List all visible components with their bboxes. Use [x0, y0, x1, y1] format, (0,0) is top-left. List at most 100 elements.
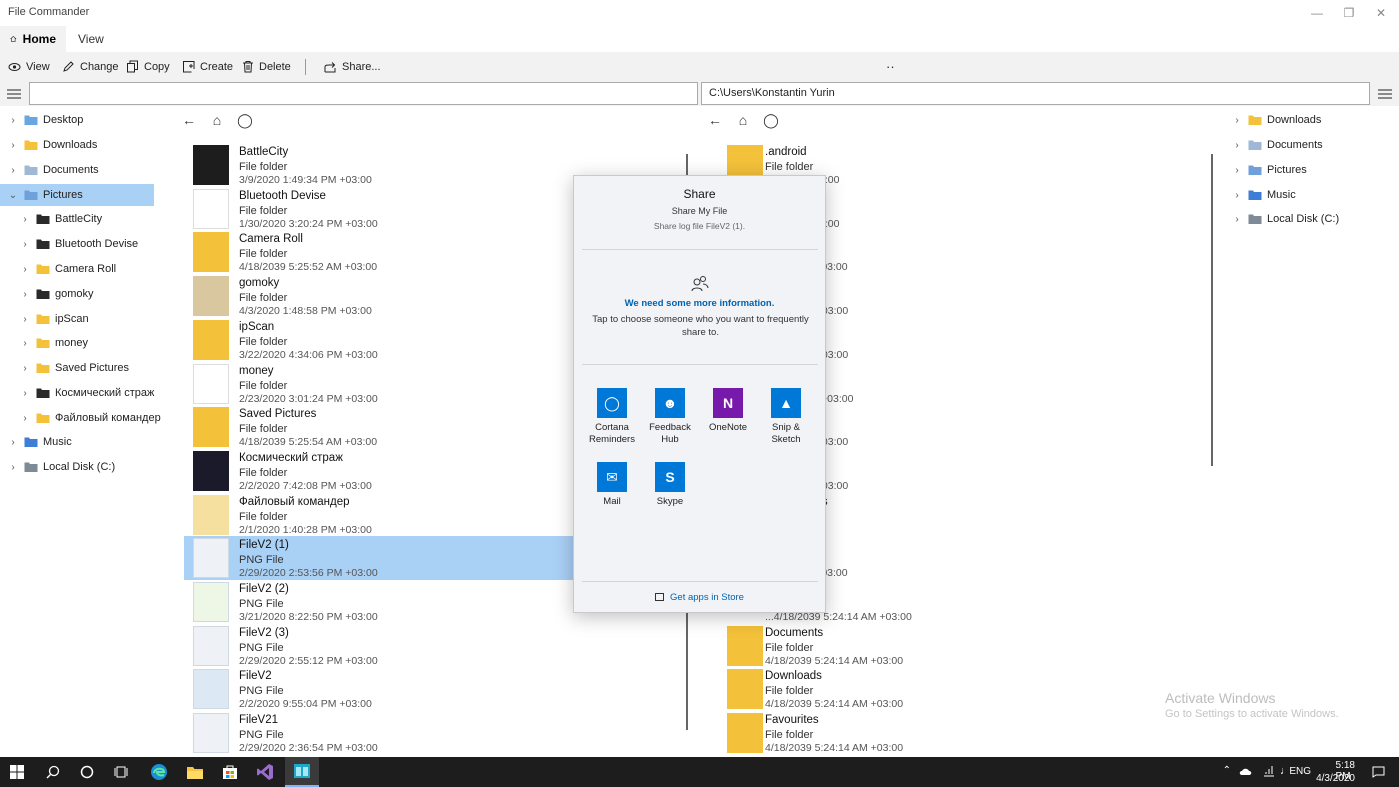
file-type: File folder: [239, 423, 288, 436]
store-taskbar-icon[interactable]: [213, 757, 247, 787]
minimize-button[interactable]: —: [1299, 0, 1335, 26]
share-app-onenote[interactable]: N OneNote: [700, 388, 756, 434]
more-options-button[interactable]: ··: [886, 52, 895, 81]
share-tap-text[interactable]: Tap to choose someone who you want to fr…: [588, 313, 813, 339]
file-row[interactable]: FileV2 (3) PNG File 2/29/2020 2:55:12 PM +…: [184, 624, 674, 668]
chevron-icon[interactable]: ›: [16, 413, 34, 424]
tree-item[interactable]: › Downloads: [1228, 109, 1396, 131]
tab-view[interactable]: View: [68, 26, 114, 52]
user-icon[interactable]: ◯: [231, 112, 259, 129]
chevron-icon[interactable]: ›: [4, 462, 22, 473]
right-hamburger-menu-icon[interactable]: [1371, 81, 1399, 106]
chevron-icon[interactable]: ›: [16, 314, 34, 325]
tree-item[interactable]: › ipScan: [16, 308, 170, 330]
tree-item[interactable]: › Pictures: [1228, 159, 1396, 181]
chevron-icon[interactable]: ›: [16, 388, 34, 399]
chevron-icon[interactable]: ›: [4, 115, 22, 126]
tab-home[interactable]: Home: [0, 26, 66, 52]
visual-studio-icon[interactable]: [248, 757, 282, 787]
right-address-bar[interactable]: C:\Users\Konstantin Yurin: [701, 82, 1370, 105]
chevron-icon[interactable]: ›: [1228, 140, 1246, 151]
chevron-icon[interactable]: ›: [1228, 214, 1246, 225]
notifications-icon[interactable]: [1372, 766, 1385, 778]
tree-item[interactable]: › Космический страж: [16, 382, 170, 404]
toolbar: View Change Copy Create Delete Share... …: [0, 52, 1399, 81]
file-commander-taskbar-icon[interactable]: [285, 757, 319, 787]
file-thumbnail: [193, 407, 229, 448]
file-row[interactable]: Documents File folder 4/18/2039 5:24:14 AM…: [710, 624, 1200, 668]
chevron-icon[interactable]: ›: [4, 437, 22, 448]
language-indicator[interactable]: ENG: [1289, 766, 1311, 777]
create-button[interactable]: Create: [182, 52, 233, 81]
share-app-feedback-hub[interactable]: ☻ Feedback Hub: [642, 388, 698, 446]
right-scrollbar[interactable]: [1211, 154, 1213, 466]
cortana-circle-icon[interactable]: [70, 757, 104, 787]
tree-item[interactable]: › Desktop: [4, 109, 170, 131]
restore-button[interactable]: ❐: [1331, 0, 1367, 26]
delete-button[interactable]: Delete: [242, 52, 291, 81]
tree-item[interactable]: › Documents: [1228, 134, 1396, 156]
share-button[interactable]: Share...: [324, 52, 381, 81]
tree-item[interactable]: › Camera Roll: [16, 258, 170, 280]
clock-date[interactable]: 4/3/2020: [1316, 773, 1355, 784]
tree-item[interactable]: › BattleCity: [16, 208, 170, 230]
file-row[interactable]: Favourites File folder 4/18/2039 5:24:14 A…: [710, 711, 1200, 755]
change-button[interactable]: Change: [62, 52, 119, 81]
tree-item[interactable]: › gomoky: [16, 283, 170, 305]
get-apps-in-store-link[interactable]: Get apps in Store: [574, 592, 825, 603]
share-app-snip-sketch[interactable]: ▲ Snip & Sketch: [758, 388, 814, 446]
chevron-up-icon[interactable]: ⌃: [1223, 765, 1231, 776]
tree-item[interactable]: › Music: [4, 431, 170, 453]
tree-item-label: Music: [1267, 189, 1296, 201]
search-icon[interactable]: [36, 757, 70, 787]
tree-item[interactable]: › Downloads: [4, 134, 170, 156]
share-app-mail[interactable]: ✉ Mail: [584, 462, 640, 508]
home-nav-icon[interactable]: ⌂: [729, 112, 757, 128]
chevron-icon[interactable]: ›: [1228, 190, 1246, 201]
copy-button[interactable]: Copy: [126, 52, 170, 81]
share-app-cortana[interactable]: ◯ Cortana Reminders: [584, 388, 640, 446]
file-explorer-icon[interactable]: [178, 757, 212, 787]
chevron-icon[interactable]: ›: [16, 239, 34, 250]
left-address-bar[interactable]: [29, 82, 698, 105]
user-icon[interactable]: ◯: [757, 112, 785, 129]
chevron-icon[interactable]: ›: [1228, 165, 1246, 176]
tree-item[interactable]: › Saved Pictures: [16, 357, 170, 379]
tree-item[interactable]: › Documents: [4, 159, 170, 181]
file-row[interactable]: FileV2 PNG File 2/2/2020 9:55:04 PM +03:00: [184, 667, 674, 711]
tree-item[interactable]: › money: [16, 332, 170, 354]
tree-item[interactable]: › Local Disk (C:): [1228, 208, 1396, 230]
view-button[interactable]: View: [8, 52, 50, 81]
chevron-icon[interactable]: ›: [4, 165, 22, 176]
network-icon[interactable]: [1263, 765, 1275, 777]
file-type: PNG File: [239, 729, 284, 742]
tree-item[interactable]: ⌄ Pictures: [0, 184, 154, 206]
task-view-icon[interactable]: [104, 757, 138, 787]
chevron-icon[interactable]: ›: [16, 363, 34, 374]
close-button[interactable]: ✕: [1363, 0, 1399, 26]
tree-item[interactable]: › Файловый командер: [16, 407, 170, 429]
back-arrow-icon[interactable]: ←: [701, 112, 729, 128]
home-nav-icon[interactable]: ⌂: [203, 112, 231, 128]
chevron-icon[interactable]: ›: [16, 338, 34, 349]
chevron-icon[interactable]: ›: [16, 264, 34, 275]
file-date: 2/2/2020 9:55:04 PM +03:00: [239, 698, 372, 711]
chevron-icon[interactable]: ›: [16, 214, 34, 225]
tree-item[interactable]: › Music: [1228, 184, 1396, 206]
tree-item[interactable]: › Local Disk (C:): [4, 456, 170, 478]
chevron-icon[interactable]: ›: [4, 140, 22, 151]
start-windows-icon[interactable]: [0, 757, 34, 787]
left-hamburger-menu-icon[interactable]: [0, 81, 28, 106]
chevron-icon[interactable]: ›: [1228, 115, 1246, 126]
tree-item[interactable]: › Bluetooth Devise: [16, 233, 170, 255]
file-row[interactable]: FileV21 PNG File 2/29/2020 2:36:54 PM +03:…: [184, 711, 674, 755]
chevron-icon[interactable]: ›: [16, 289, 34, 300]
file-row[interactable]: FileV2 (1) PNG File 2/29/2020 2:53:56 PM +…: [184, 536, 574, 581]
share-app-skype[interactable]: S Skype: [642, 462, 698, 508]
onedrive-cloud-icon[interactable]: [1239, 767, 1253, 776]
file-row[interactable]: Downloads File folder 4/18/2039 5:24:14 AM…: [710, 667, 1200, 711]
image-folder-icon: [36, 388, 50, 398]
edge-browser-icon[interactable]: [142, 757, 176, 787]
back-arrow-icon[interactable]: ←: [175, 112, 203, 128]
chevron-icon[interactable]: ⌄: [4, 190, 22, 201]
